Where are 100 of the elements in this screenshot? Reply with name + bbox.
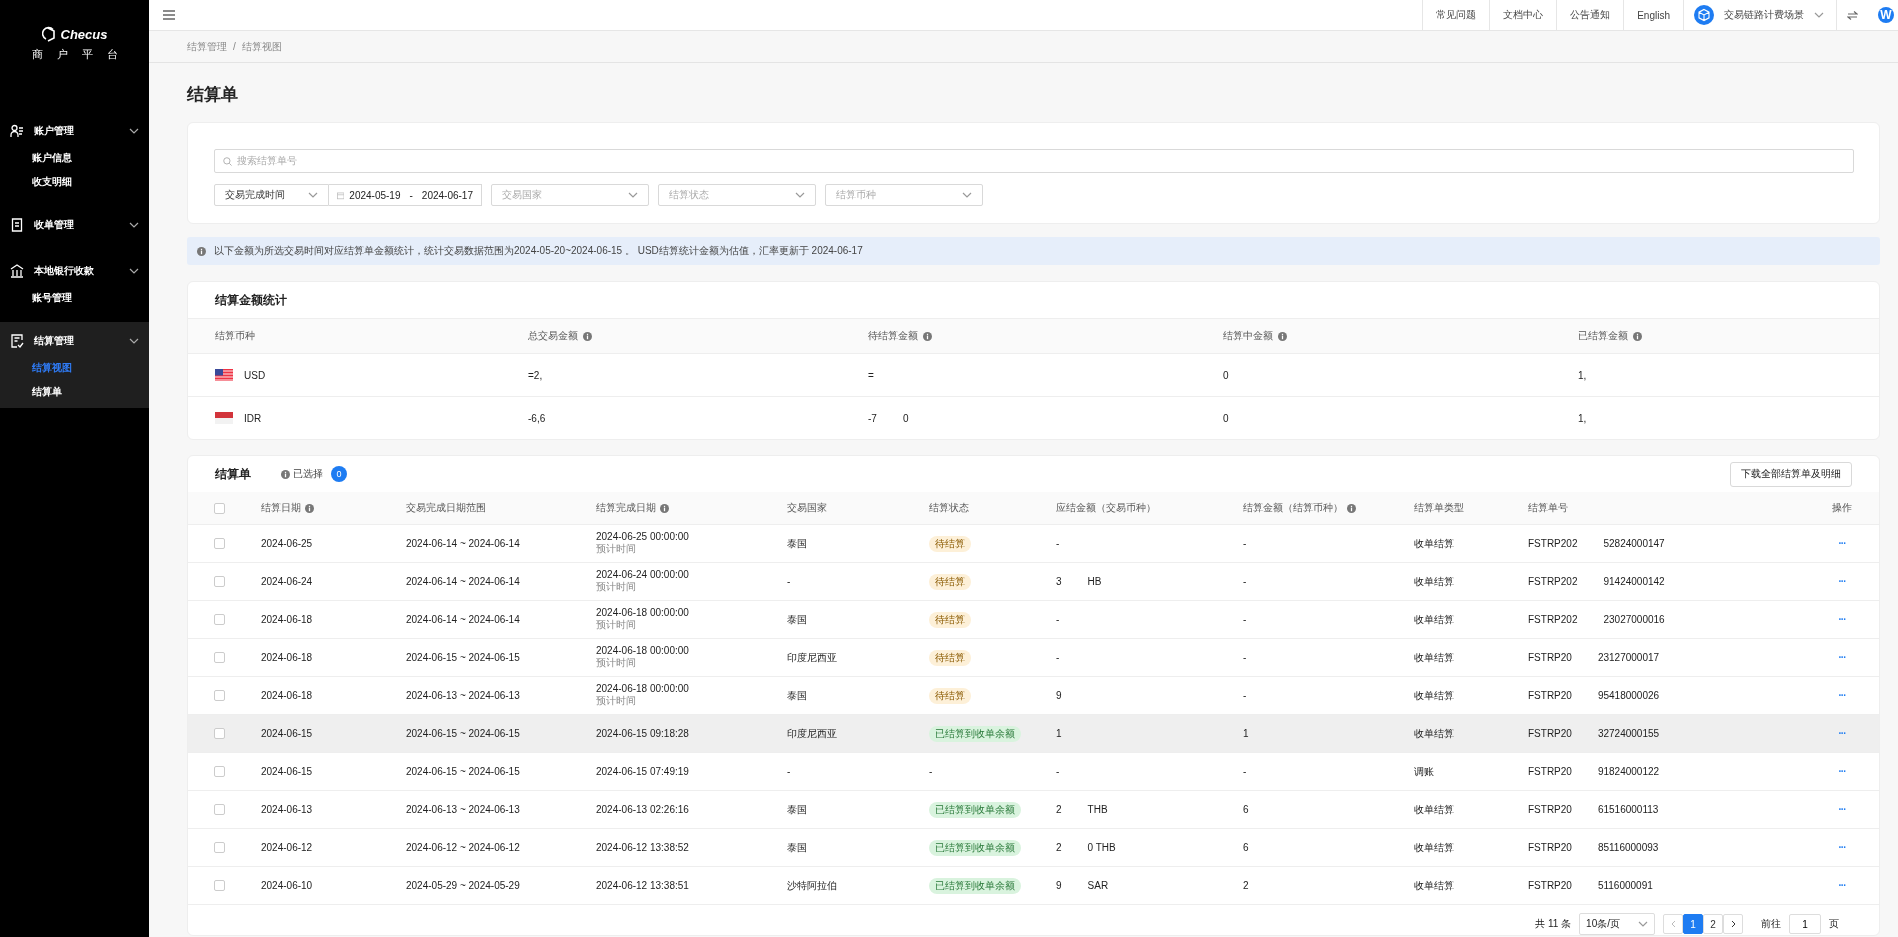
amount-text: =2, bbox=[528, 369, 543, 381]
user-avatar[interactable]: W bbox=[1878, 7, 1894, 23]
table-cell: FSTRP20 bbox=[1528, 880, 1572, 891]
table-cell: 收单结算 bbox=[1414, 726, 1454, 741]
page-button[interactable]: 1 bbox=[1683, 914, 1703, 934]
table-cell: SAR bbox=[1087, 880, 1109, 891]
table-cell: 收单结算 bbox=[1414, 536, 1454, 551]
more-actions-link[interactable]: ··· bbox=[1838, 728, 1846, 739]
more-actions-link[interactable]: ··· bbox=[1838, 880, 1846, 891]
row-checkbox[interactable] bbox=[214, 766, 225, 777]
row-checkbox[interactable] bbox=[214, 804, 225, 815]
notice-text: 以下金额为所选交易时间对应结算单金额统计，统计交易数据范围为2024-05-20~2024-06-15 。 USD结算统计金额为估值，汇率更新于 2024-06-17 bbox=[214, 244, 863, 258]
menu-group[interactable]: 账户管理 bbox=[0, 116, 149, 146]
logo-icon bbox=[41, 26, 58, 42]
more-actions-link[interactable]: ··· bbox=[1838, 576, 1846, 587]
table-cell: 2024-06-14 ~ 2024-06-14 bbox=[406, 576, 520, 587]
top-link[interactable]: English bbox=[1623, 0, 1683, 30]
row-checkbox[interactable] bbox=[214, 538, 225, 549]
table-cell: 23027000016 bbox=[1603, 614, 1665, 625]
more-actions-link[interactable]: ··· bbox=[1838, 804, 1846, 815]
table-cell: 2024-06-15 09:18:28 bbox=[596, 728, 689, 739]
breadcrumb-separator: / bbox=[233, 41, 236, 52]
estimate-note: 预计时间 bbox=[596, 580, 636, 594]
more-actions-link[interactable]: ··· bbox=[1838, 614, 1846, 625]
chevron-down-icon bbox=[962, 192, 972, 198]
menu-item[interactable]: 结算视图 bbox=[0, 356, 149, 380]
menu-group[interactable]: 结算管理 bbox=[0, 326, 149, 356]
time-type-select[interactable]: 交易完成时间 bbox=[214, 184, 329, 206]
info-icon bbox=[281, 469, 290, 479]
table-cell: 2 bbox=[1056, 804, 1062, 815]
status-tag: 待结算 bbox=[929, 687, 971, 704]
more-actions-link[interactable]: ··· bbox=[1838, 652, 1846, 663]
table-cell: 调账 bbox=[1414, 764, 1434, 779]
chevron-down-icon bbox=[795, 192, 805, 198]
column-header: 结算状态 bbox=[929, 501, 969, 515]
row-checkbox[interactable] bbox=[214, 842, 225, 853]
table-cell: - bbox=[1056, 614, 1060, 625]
download-button[interactable]: 下载全部结算单及明细 bbox=[1730, 461, 1852, 487]
page-input[interactable]: 1 bbox=[1789, 914, 1821, 934]
table-cell: 91424000142 bbox=[1603, 576, 1665, 587]
row-checkbox[interactable] bbox=[214, 880, 225, 891]
amount-text: -6,6 bbox=[528, 412, 546, 424]
date-range-field[interactable]: 2024-05-19 - 2024-06-17 bbox=[329, 184, 482, 206]
menu-item[interactable]: 账户信息 bbox=[0, 146, 149, 170]
more-actions-link[interactable]: ··· bbox=[1838, 690, 1846, 701]
amount-text: 1, bbox=[1578, 412, 1587, 424]
table-cell: FSTRP20 bbox=[1528, 728, 1572, 739]
table-cell: 收单结算 bbox=[1414, 612, 1454, 627]
table-cell: FSTRP20 bbox=[1528, 766, 1572, 777]
status-tag: 待结算 bbox=[929, 611, 971, 628]
scene-selector[interactable]: 交易链路计费场景 bbox=[1724, 8, 1804, 22]
top-link[interactable]: 公告通知 bbox=[1556, 0, 1624, 30]
section-title: 结算单 bbox=[215, 465, 251, 483]
table-cell: FSTRP202 bbox=[1528, 576, 1578, 587]
menu-item[interactable]: 收支明细 bbox=[0, 170, 149, 194]
menu-item[interactable]: 结算单 bbox=[0, 380, 149, 404]
menu-group[interactable]: 收单管理 bbox=[0, 210, 149, 240]
select-all-checkbox[interactable] bbox=[214, 502, 225, 514]
table-cell: 收单结算 bbox=[1414, 840, 1454, 855]
table-cell: 收单结算 bbox=[1414, 878, 1454, 893]
table-cell: 2024-06-18 bbox=[261, 690, 313, 701]
status-tag: 已结算到收单余额 bbox=[929, 801, 1021, 818]
top-link[interactable]: 常见问题 bbox=[1422, 0, 1490, 30]
menu-group[interactable]: 本地银行收款 bbox=[0, 256, 149, 286]
table-cell: - bbox=[1243, 690, 1247, 701]
column-header: 操作 bbox=[1832, 501, 1852, 515]
row-checkbox[interactable] bbox=[214, 728, 225, 739]
row-checkbox[interactable] bbox=[214, 576, 225, 587]
table-cell: THB bbox=[1087, 804, 1108, 815]
table-cell: 2024-06-18 00:00:00 bbox=[596, 683, 689, 694]
estimate-note: 预计时间 bbox=[596, 656, 636, 670]
table-cell: 泰国 bbox=[787, 688, 807, 703]
switch-icon[interactable] bbox=[1847, 10, 1858, 20]
breadcrumb-item[interactable]: 结算管理 bbox=[187, 39, 227, 54]
menu-item[interactable]: 账号管理 bbox=[0, 286, 149, 310]
table-cell: 2024-06-14 ~ 2024-06-14 bbox=[406, 614, 520, 625]
table-cell: 32724000155 bbox=[1597, 728, 1660, 739]
previous-page-button[interactable] bbox=[1663, 914, 1683, 934]
amount-text: 0 bbox=[1223, 412, 1229, 424]
row-checkbox[interactable] bbox=[214, 652, 225, 663]
table-cell: 23127000017 bbox=[1597, 652, 1660, 663]
people-icon bbox=[10, 124, 24, 138]
table-cell: 2024-06-13 ~ 2024-06-13 bbox=[406, 804, 520, 815]
top-link[interactable]: 文档中心 bbox=[1489, 0, 1557, 30]
column-header: 结算金额（结算币种） bbox=[1243, 501, 1343, 515]
page-size-select[interactable]: 10条/页 bbox=[1579, 913, 1655, 935]
more-actions-link[interactable]: ··· bbox=[1838, 538, 1846, 549]
menu-icon[interactable] bbox=[163, 10, 175, 20]
page-button[interactable]: 2 bbox=[1703, 914, 1723, 934]
table-cell: 5116000091 bbox=[1597, 880, 1653, 891]
more-actions-link[interactable]: ··· bbox=[1838, 842, 1846, 853]
table-cell: 2024-06-24 bbox=[261, 576, 313, 587]
next-page-button[interactable] bbox=[1723, 914, 1743, 934]
total-count: 共 11 条 bbox=[1535, 917, 1572, 931]
table-cell: 2 bbox=[1243, 880, 1249, 891]
row-checkbox[interactable] bbox=[214, 614, 225, 625]
table-cell: 6 bbox=[1243, 804, 1249, 815]
more-actions-link[interactable]: ··· bbox=[1838, 766, 1846, 777]
row-checkbox[interactable] bbox=[214, 690, 225, 701]
amount-text: = bbox=[868, 369, 874, 381]
